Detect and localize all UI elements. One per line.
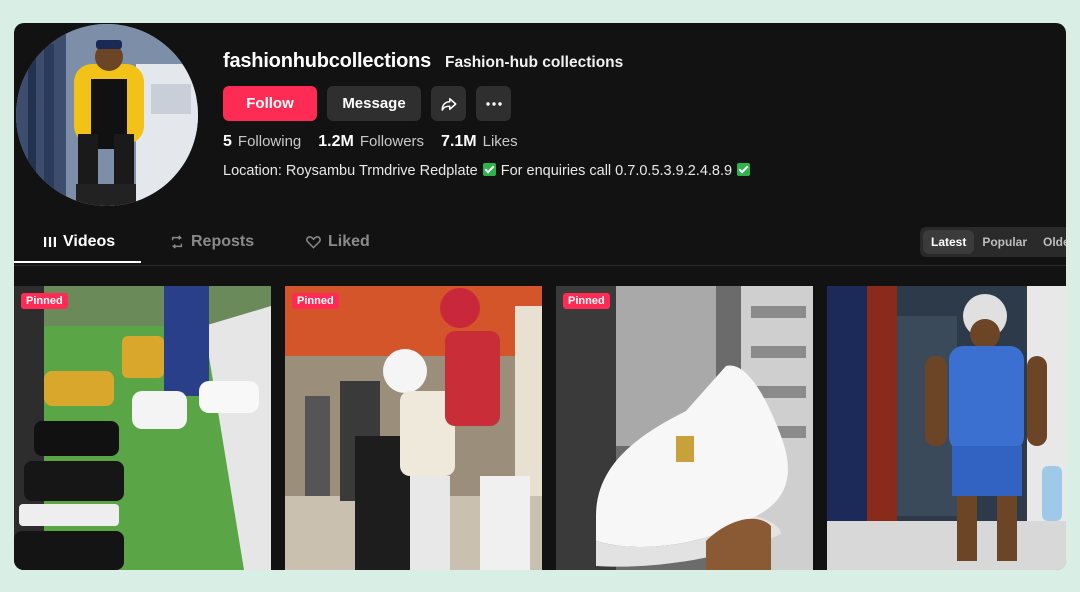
profile-tabs: Videos Reposts Liked: [14, 221, 1066, 266]
sort-oldest[interactable]: Oldest: [1035, 227, 1066, 257]
pinned-badge: Pinned: [21, 293, 68, 309]
pinned-badge: Pinned: [292, 293, 339, 309]
follow-button[interactable]: Follow: [223, 86, 317, 121]
share-icon: [441, 97, 456, 111]
stat-value: 5: [223, 133, 232, 150]
profile-username: fashionhubcollections: [223, 50, 432, 72]
tab-liked[interactable]: Liked: [306, 221, 370, 263]
profile-window: fashionhubcollections Fashion-hub collec…: [14, 23, 1066, 570]
video-thumbnail[interactable]: Pinned: [556, 286, 813, 570]
bio-location: Location: Roysambu Trmdrive Redplate: [223, 163, 478, 179]
check-mark-icon: [737, 163, 751, 176]
profile-stats: 5 Following 1.2M Followers 7.1M Likes: [223, 133, 535, 151]
grid-icon: [44, 237, 56, 247]
stat-following[interactable]: 5 Following: [223, 133, 301, 151]
repost-icon: [171, 235, 183, 249]
heart-icon: [306, 236, 321, 249]
avatar[interactable]: [16, 24, 198, 206]
message-button[interactable]: Message: [327, 86, 421, 121]
shoes-on-grass-image: [14, 286, 271, 570]
sort-latest[interactable]: Latest: [923, 230, 975, 254]
stat-label: Following: [237, 133, 302, 150]
video-thumbnail[interactable]: Pinned: [14, 286, 271, 570]
bio-contact: For enquiries call 0.7.0.5.3.9.2.4.8.9: [500, 163, 733, 179]
profile-nickname: Fashion-hub collections: [445, 54, 624, 71]
sort-popular[interactable]: Popular: [974, 227, 1035, 257]
stat-label: Likes: [482, 133, 518, 150]
check-mark-icon: [482, 163, 496, 176]
blue-outfit-image: [827, 286, 1066, 570]
profile-bio: Location: Roysambu Trmdrive Redplate For…: [223, 163, 751, 179]
active-tab-indicator: [14, 261, 141, 263]
tab-reposts[interactable]: Reposts: [170, 221, 254, 263]
tab-label: Videos: [63, 233, 116, 250]
white-sneaker-image: [556, 286, 813, 570]
stat-followers[interactable]: 1.2M Followers: [318, 133, 424, 151]
tab-videos[interactable]: Videos: [44, 221, 115, 263]
sort-toggle: Latest Popular Oldest: [920, 227, 1066, 257]
more-icon: [485, 101, 502, 106]
share-button[interactable]: [431, 86, 466, 121]
more-options-button[interactable]: [476, 86, 511, 121]
stat-value: 1.2M: [318, 133, 354, 150]
stat-label: Followers: [359, 133, 425, 150]
tab-label: Reposts: [191, 233, 255, 250]
tab-label: Liked: [328, 233, 370, 250]
stat-likes: 7.1M Likes: [441, 133, 518, 151]
video-thumbnail[interactable]: Pinned: [285, 286, 542, 570]
shop-people-image: [285, 286, 542, 570]
stat-value: 7.1M: [441, 133, 477, 150]
video-thumbnail[interactable]: [827, 286, 1066, 570]
pinned-badge: Pinned: [563, 293, 610, 309]
